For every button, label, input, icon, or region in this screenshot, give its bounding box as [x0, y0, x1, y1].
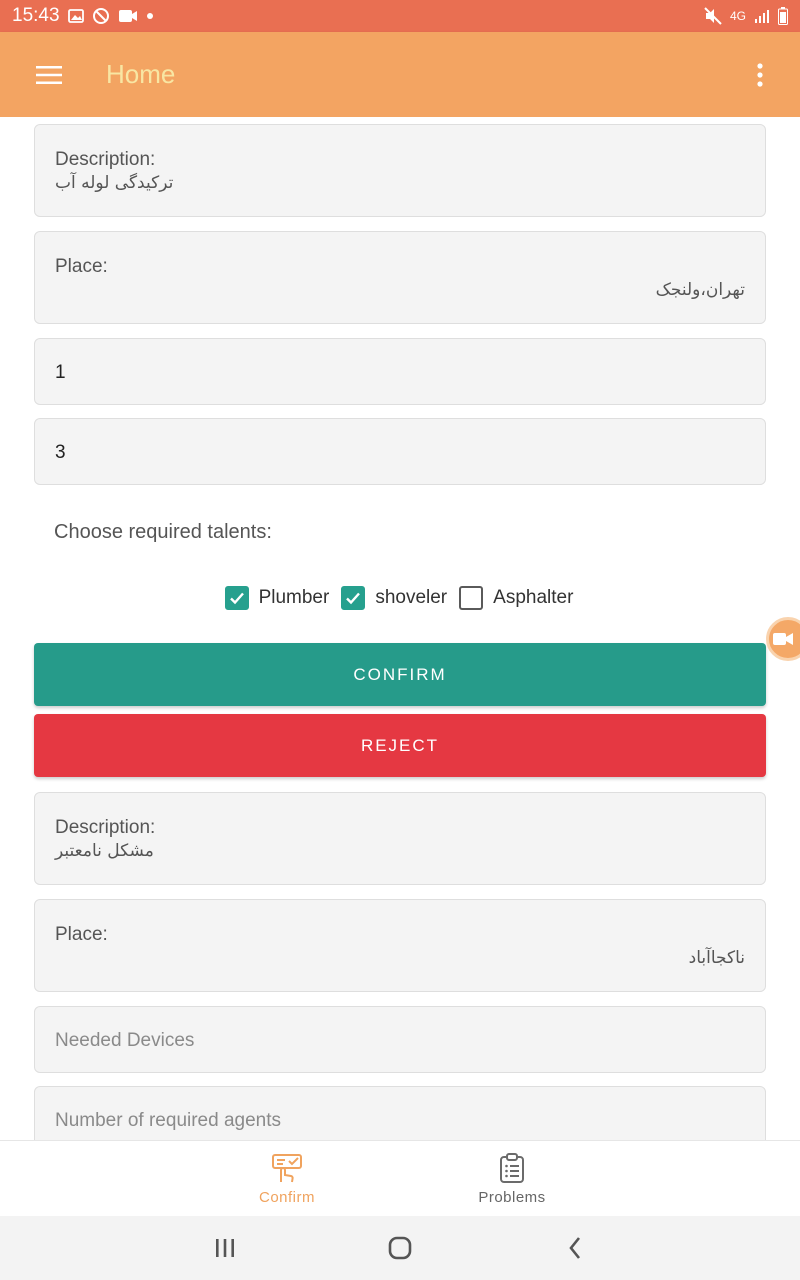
place-card: Place: ناکجاآباد	[34, 899, 766, 992]
nav-confirm-label: Confirm	[258, 1188, 315, 1206]
description-label: Description:	[55, 149, 156, 170]
description-value: ترکیدگی لوله آب	[55, 173, 174, 193]
place-value: تهران،ولنجک	[655, 280, 745, 300]
talents-checkbox-group: Plumber shoveler Asphalter	[0, 584, 800, 612]
required-agents-placeholder: Number of required agents	[55, 1110, 282, 1131]
bottom-navigation: Confirm Problems	[0, 1140, 800, 1216]
back-button[interactable]	[555, 1232, 595, 1264]
required-agents-value: 3	[55, 442, 66, 463]
place-label: Place:	[55, 924, 108, 945]
needed-devices-value: 1	[55, 362, 66, 383]
app-bar: Home	[0, 32, 800, 117]
status-time: 15:43	[12, 5, 60, 26]
needed-devices-placeholder: Needed Devices	[55, 1030, 195, 1051]
problem-list[interactable]: Description: ترکیدگی لوله آب Place: تهرا…	[0, 117, 800, 1140]
page-title: Home	[106, 59, 176, 89]
mute-icon	[704, 7, 722, 25]
confirm-icon	[272, 1153, 302, 1182]
place-label: Place:	[55, 256, 108, 277]
video-icon	[118, 9, 138, 23]
hamburger-icon	[36, 65, 62, 84]
description-label: Description:	[55, 817, 156, 838]
nav-confirm[interactable]: Confirm	[187, 1141, 387, 1217]
place-card: Place: تهران،ولنجک	[34, 231, 766, 324]
talent-label: Asphalter	[493, 587, 574, 608]
dot-icon	[146, 12, 154, 20]
blocked-icon	[92, 7, 110, 25]
more-vert-icon	[757, 62, 763, 87]
description-value: مشکل نامعتبر	[55, 841, 154, 861]
talent-asphalter[interactable]: Asphalter	[459, 586, 573, 610]
nav-problems[interactable]: Problems	[412, 1141, 612, 1217]
needed-devices-input[interactable]: Needed Devices	[34, 1006, 766, 1073]
clipboard-list-icon	[500, 1152, 524, 1183]
checkbox-checked[interactable]	[224, 586, 249, 610]
home-icon	[388, 1236, 412, 1260]
system-navigation-bar	[0, 1216, 800, 1280]
place-value: ناکجاآباد	[688, 948, 745, 968]
talent-plumber[interactable]: Plumber	[224, 586, 330, 610]
needed-devices-field[interactable]: 1	[34, 338, 766, 405]
check-icon	[229, 592, 244, 605]
reject-button[interactable]: REJECT	[34, 714, 766, 777]
talents-label: Choose required talents:	[54, 521, 272, 543]
signal-icon	[754, 8, 770, 24]
required-agents-input[interactable]: Number of required agents	[34, 1086, 766, 1140]
recents-icon	[216, 1239, 234, 1257]
required-agents-field[interactable]: 3	[34, 418, 766, 485]
video-camera-icon	[773, 633, 793, 645]
check-icon	[346, 592, 361, 605]
confirm-button[interactable]: CONFIRM	[34, 643, 766, 706]
recents-button[interactable]	[205, 1232, 245, 1264]
back-icon	[569, 1237, 581, 1259]
status-bar: 15:43 4G	[0, 0, 800, 32]
talent-label: shoveler	[375, 587, 448, 608]
checkbox-unchecked[interactable]	[459, 586, 484, 610]
description-card: Description: ترکیدگی لوله آب	[34, 124, 766, 217]
image-icon	[67, 9, 84, 23]
home-button[interactable]	[380, 1232, 420, 1264]
talent-shoveler[interactable]: shoveler	[341, 586, 447, 610]
nav-problems-label: Problems	[478, 1188, 546, 1206]
talent-label: Plumber	[258, 587, 330, 608]
checkbox-checked[interactable]	[341, 586, 366, 610]
menu-button[interactable]	[0, 32, 98, 117]
network-type: 4G	[729, 9, 746, 23]
description-card: Description: مشکل نامعتبر	[34, 792, 766, 885]
overflow-menu-button[interactable]	[720, 32, 800, 117]
battery-icon	[778, 7, 788, 25]
